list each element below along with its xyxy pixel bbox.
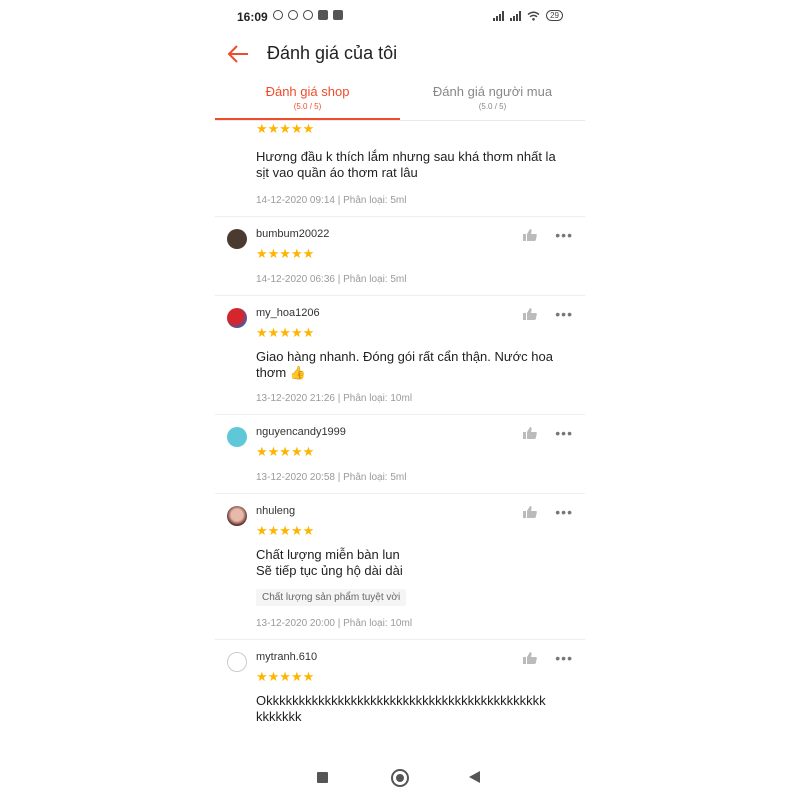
app-badge-icon: [318, 10, 328, 20]
recent-apps-icon[interactable]: [317, 772, 328, 783]
app-header: Đánh giá của tôi: [215, 36, 585, 72]
review-comment: Chất lượng miễn bàn lun Sẽ tiếp tục ủng …: [256, 547, 403, 578]
thumbs-up-icon[interactable]: [523, 229, 537, 241]
more-dots-icon[interactable]: •••: [555, 306, 573, 322]
star-rating: ★★★★★: [256, 246, 315, 261]
review-item: mytranh.610 ★★★★★ Okkkkkkkkkkkkkkkkkkkkk…: [215, 640, 585, 735]
review-meta: 13-12-2020 21:26 | Phân loại: 10ml: [256, 393, 413, 404]
tab-label: Đánh giá shop: [265, 84, 350, 99]
review-meta: 13-12-2020 20:00 | Phân loại: 10ml: [256, 618, 413, 629]
tab-label: Đánh giá người mua: [432, 84, 553, 99]
more-dots-icon[interactable]: •••: [555, 504, 573, 520]
signal-icon-2: [510, 10, 522, 21]
app-notification-icon: [288, 10, 298, 20]
arrow-left-icon[interactable]: [227, 44, 249, 64]
review-meta: 14-12-2020 06:36 | Phân loại: 5ml: [256, 274, 407, 285]
tab-shop-reviews[interactable]: Đánh giá shop (5.0 / 5): [215, 84, 400, 120]
review-item: nhuleng ★★★★★ Chất lượng miễn bàn lun Sẽ…: [215, 494, 585, 640]
review-meta: 14-12-2020 09:14 | Phân loại: 5ml: [256, 195, 407, 206]
back-icon[interactable]: [469, 771, 480, 783]
more-dots-icon[interactable]: •••: [555, 227, 573, 243]
star-rating: ★★★★★: [256, 669, 315, 684]
avatar[interactable]: [227, 506, 247, 526]
review-list[interactable]: ★★★★★ Hương đầu k thích lắm nhưng sau kh…: [215, 121, 585, 755]
system-nav-bar: [215, 755, 585, 800]
signal-icon: [493, 10, 505, 21]
avatar[interactable]: [227, 652, 247, 672]
review-comment: Hương đầu k thích lắm nhưng sau khá thơm…: [256, 149, 556, 180]
star-rating: ★★★★★: [256, 523, 315, 538]
thumbs-up-icon[interactable]: [523, 427, 537, 439]
avatar[interactable]: [227, 427, 247, 447]
tab-bar: Đánh giá shop (5.0 / 5) Đánh giá người m…: [215, 84, 585, 121]
status-time: 16:09: [237, 10, 268, 24]
more-dots-icon[interactable]: •••: [555, 650, 573, 666]
tab-buyer-reviews[interactable]: Đánh giá người mua (5.0 / 5): [400, 84, 585, 111]
notification-icons: [273, 10, 343, 20]
review-comment: Okkkkkkkkkkkkkkkkkkkkkkkkkkkkkkkkkkkkkkk…: [256, 693, 546, 724]
star-rating: ★★★★★: [256, 121, 315, 136]
review-comment: Giao hàng nhanh. Đóng gói rất cẩn thận. …: [256, 349, 553, 380]
page-title: Đánh giá của tôi: [267, 43, 398, 63]
avatar[interactable]: [227, 229, 247, 249]
tab-rating: (5.0 / 5): [293, 102, 322, 111]
wifi-icon: [527, 11, 540, 21]
avatar[interactable]: [227, 308, 247, 328]
thumbs-up-icon[interactable]: [523, 652, 537, 664]
review-item: my_hoa1206 ★★★★★ Giao hàng nhanh. Đóng g…: [215, 296, 585, 415]
alarm-icon: [273, 10, 283, 20]
more-dots-icon[interactable]: •••: [555, 425, 573, 441]
review-tag: Chất lượng sản phẩm tuyệt vời: [256, 589, 407, 606]
review-item: ★★★★★ Hương đầu k thích lắm nhưng sau kh…: [215, 121, 585, 217]
messenger-icon: [303, 10, 313, 20]
status-right: 29: [493, 10, 563, 21]
battery-icon: 29: [546, 10, 563, 21]
review-meta: 13-12-2020 20:58 | Phân loại: 5ml: [256, 472, 407, 483]
tab-rating: (5.0 / 5): [478, 102, 507, 111]
thumbs-up-icon[interactable]: [523, 506, 537, 518]
review-item: bumbum20022 ★★★★★ 14-12-2020 06:36 | Phâ…: [215, 217, 585, 296]
star-rating: ★★★★★: [256, 325, 315, 340]
review-item: nguyencandy1999 ★★★★★ 13-12-2020 20:58 |…: [215, 415, 585, 494]
phone-screen: 16:09 29 Đánh giá của tôi Đánh giá shop …: [215, 0, 585, 800]
status-bar: 16:09 29: [215, 6, 585, 28]
star-rating: ★★★★★: [256, 444, 315, 459]
home-icon[interactable]: [391, 769, 409, 787]
thumbs-up-icon[interactable]: [523, 308, 537, 320]
shopee-icon: [333, 10, 343, 20]
